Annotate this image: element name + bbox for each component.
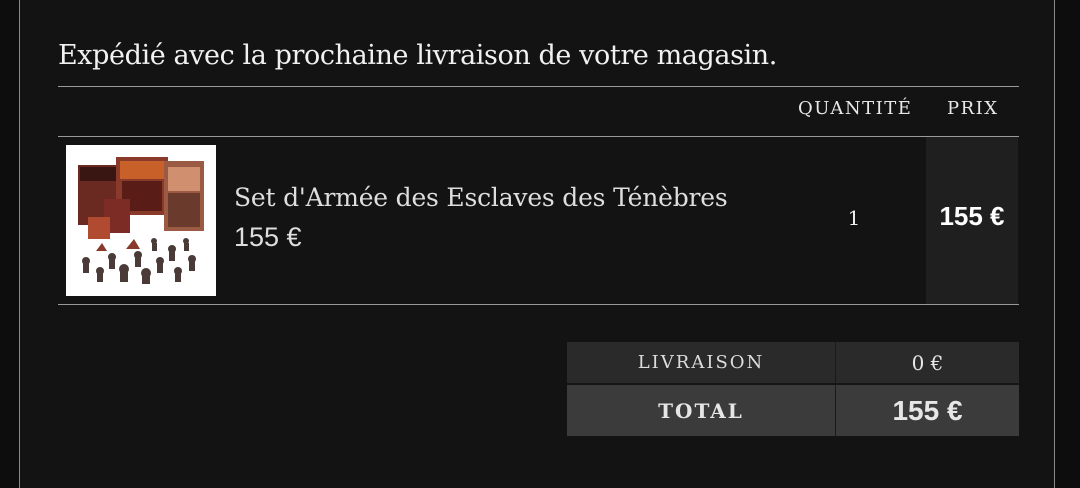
line-total-cell: 155 € (926, 137, 1018, 304)
total-value: 155 € (835, 383, 1019, 436)
product-image[interactable] (66, 145, 216, 296)
line-total: 155 € (939, 201, 1005, 231)
shipping-note: Expédié avec la prochaine livraison de v… (58, 40, 777, 71)
product-quantity: 1 (847, 206, 861, 230)
column-header-quantity: QUANTITÉ (798, 98, 913, 119)
cart-panel: Expédié avec la prochaine livraison de v… (19, 0, 1055, 488)
column-header-price: PRIX (947, 98, 999, 119)
header-divider-top (58, 86, 1019, 87)
total-row: TOTAL 155 € (567, 383, 1019, 436)
product-name[interactable]: Set d'Armée des Esclaves des Ténèbres (234, 183, 728, 212)
product-unit-price: 155 € (234, 222, 302, 252)
header-divider-bottom (58, 136, 1019, 137)
shipping-value: 0 € (835, 342, 1019, 384)
total-label: TOTAL (567, 383, 836, 436)
item-divider (58, 304, 1019, 305)
order-summary: LIVRAISON 0 € TOTAL 155 € (567, 342, 1019, 436)
shipping-row: LIVRAISON 0 € (567, 342, 1019, 384)
product-box-art-icon (74, 153, 208, 288)
shipping-label: LIVRAISON (567, 342, 836, 384)
